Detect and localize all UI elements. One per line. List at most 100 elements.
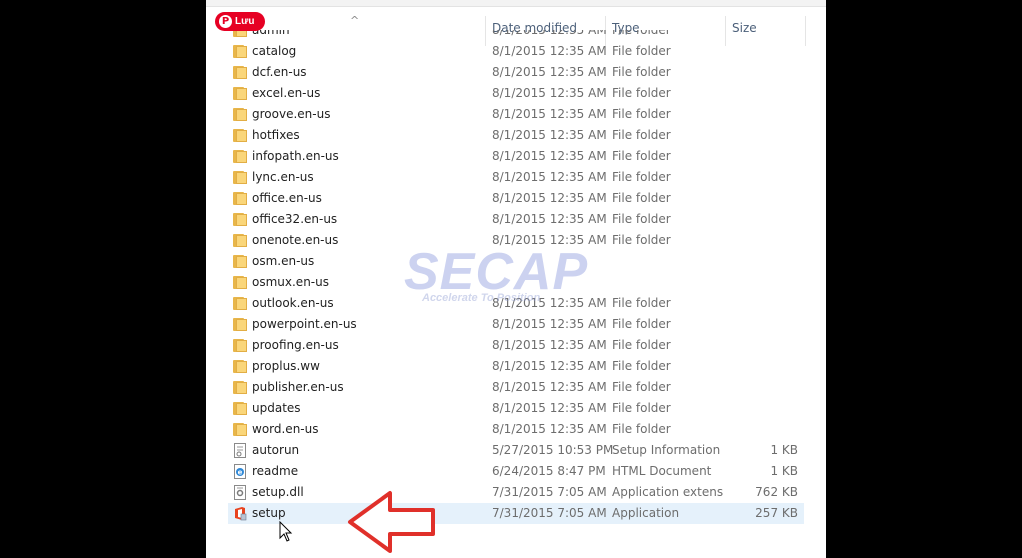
file-date-modified: 8/1/2015 12:35 AM [492,401,607,415]
file-date-modified: 8/1/2015 12:35 AM [492,191,607,205]
file-list-row[interactable]: word.en-us 8/1/2015 12:35 AM File folder [206,419,826,440]
folder-icon [233,359,247,374]
file-name: powerpoint.en-us [252,317,357,331]
file-list-row[interactable]: hotfixes 8/1/2015 12:35 AM File folder [206,125,826,146]
watermark-logo: SECAP Accelerate To Position [404,242,634,312]
file-list-row[interactable]: groove.en-us 8/1/2015 12:35 AM File folder [206,104,826,125]
file-name: proplus.ww [252,359,320,373]
file-name: outlook.en-us [252,296,334,310]
file-list-row[interactable]: catalog 8/1/2015 12:35 AM File folder [206,41,826,62]
file-list-row[interactable]: proplus.ww 8/1/2015 12:35 AM File folder [206,356,826,377]
pinterest-save-button[interactable]: P Lưu [215,12,265,31]
file-list-row[interactable]: powerpoint.en-us 8/1/2015 12:35 AM File fo… [206,314,826,335]
file-name: excel.en-us [252,86,321,100]
file-type: File folder [612,191,671,205]
file-list-row[interactable]: setup.dll 7/31/2015 7:05 AM Application ex… [206,482,826,503]
file-list-row[interactable]: proofing.en-us 8/1/2015 12:35 AM File fold… [206,335,826,356]
file-name: setup.dll [252,485,304,499]
file-size: 762 KB [755,485,798,499]
file-size: 1 KB [770,464,798,478]
file-name: proofing.en-us [252,338,339,352]
pinterest-save-label: Lưu [235,16,255,27]
file-type: File folder [612,86,671,100]
file-name: office.en-us [252,191,322,205]
file-name: dcf.en-us [252,65,307,79]
folder-icon [233,86,247,101]
file-date-modified: 8/1/2015 12:35 AM [492,380,607,394]
mouse-cursor-icon [279,521,293,542]
setup-info-icon [233,443,247,458]
file-date-modified: 8/1/2015 12:35 AM [492,128,607,142]
file-type: File folder [612,128,671,142]
file-date-modified: 8/1/2015 12:35 AM [492,359,607,373]
file-list-row[interactable]: infopath.en-us 8/1/2015 12:35 AM File fold… [206,146,826,167]
file-type: Application extens [612,485,724,499]
file-type: File folder [612,65,671,79]
folder-icon [233,170,247,185]
folder-icon [233,422,247,437]
file-date-modified: 8/1/2015 12:35 AM [492,422,607,436]
folder-icon [233,233,247,248]
file-name: autorun [252,443,300,457]
file-name: osm.en-us [252,254,315,268]
folder-icon [233,44,247,59]
file-date-modified: 7/31/2015 7:05 AM [492,506,607,520]
file-name: updates [252,401,301,415]
file-date-modified: 8/1/2015 12:35 AM [492,317,607,331]
file-list-row[interactable]: office32.en-us 8/1/2015 12:35 AM File fold… [206,209,826,230]
folder-icon [233,296,247,311]
folder-icon [233,212,247,227]
folder-icon [233,128,247,143]
file-list-row[interactable]: admin 8/1/2015 12:35 AM File folder [206,30,826,41]
file-date-modified: 8/1/2015 12:35 AM [492,338,607,352]
svg-text:e: e [238,469,243,477]
file-list-row[interactable]: excel.en-us 8/1/2015 12:35 AM File folder [206,83,826,104]
red-arrow-annotation-icon [348,491,435,553]
file-type: File folder [612,422,671,436]
file-name: admin [252,30,290,37]
file-list-row[interactable]: setup 7/31/2015 7:05 AM Application 257 KB [206,503,826,524]
file-date-modified: 8/1/2015 12:35 AM [492,30,607,37]
file-name: lync.en-us [252,170,314,184]
file-type: File folder [612,107,671,121]
file-size: 257 KB [755,506,798,520]
file-date-modified: 7/31/2015 7:05 AM [492,485,607,499]
file-name: office32.en-us [252,212,338,226]
window-top-edge [206,0,826,7]
file-date-modified: 8/1/2015 12:35 AM [492,44,607,58]
file-type: File folder [612,170,671,184]
file-list-row[interactable]: dcf.en-us 8/1/2015 12:35 AM File folder [206,62,826,83]
file-date-modified: 5/27/2015 10:53 PM [492,443,614,457]
file-list-row[interactable]: e readme 6/24/2015 8:47 PM HTML Document 1 K… [206,461,826,482]
folder-icon [233,30,247,38]
file-type: File folder [612,30,671,37]
file-name: onenote.en-us [252,233,339,247]
dll-file-icon [233,485,247,500]
file-type: Application [612,506,680,520]
folder-icon [233,107,247,122]
html-document-icon: e [233,464,247,479]
file-list-row[interactable]: lync.en-us 8/1/2015 12:35 AM File folder [206,167,826,188]
file-date-modified: 8/1/2015 12:35 AM [492,212,607,226]
pinterest-logo-icon: P [219,15,232,28]
file-type: File folder [612,44,671,58]
file-list-row[interactable]: autorun 5/27/2015 10:53 PM Setup Informati… [206,440,826,461]
file-list-row[interactable]: updates 8/1/2015 12:35 AM File folder [206,398,826,419]
file-list-row[interactable]: publisher.en-us 8/1/2015 12:35 AM File fol… [206,377,826,398]
file-type: File folder [612,380,671,394]
folder-icon [233,317,247,332]
file-type: File folder [612,359,671,373]
file-date-modified: 8/1/2015 12:35 AM [492,86,607,100]
folder-icon [233,191,247,206]
file-type: File folder [612,338,671,352]
file-type: File folder [612,317,671,331]
file-date-modified: 6/24/2015 8:47 PM [492,464,606,478]
file-type: File folder [612,401,671,415]
file-date-modified: 8/1/2015 12:35 AM [492,170,607,184]
file-name: osmux.en-us [252,275,329,289]
file-name: word.en-us [252,422,319,436]
file-list-row[interactable]: office.en-us 8/1/2015 12:35 AM File folder [206,188,826,209]
sort-ascending-icon[interactable]: ^ [350,14,359,27]
folder-icon [233,65,247,80]
file-name: readme [252,464,299,478]
